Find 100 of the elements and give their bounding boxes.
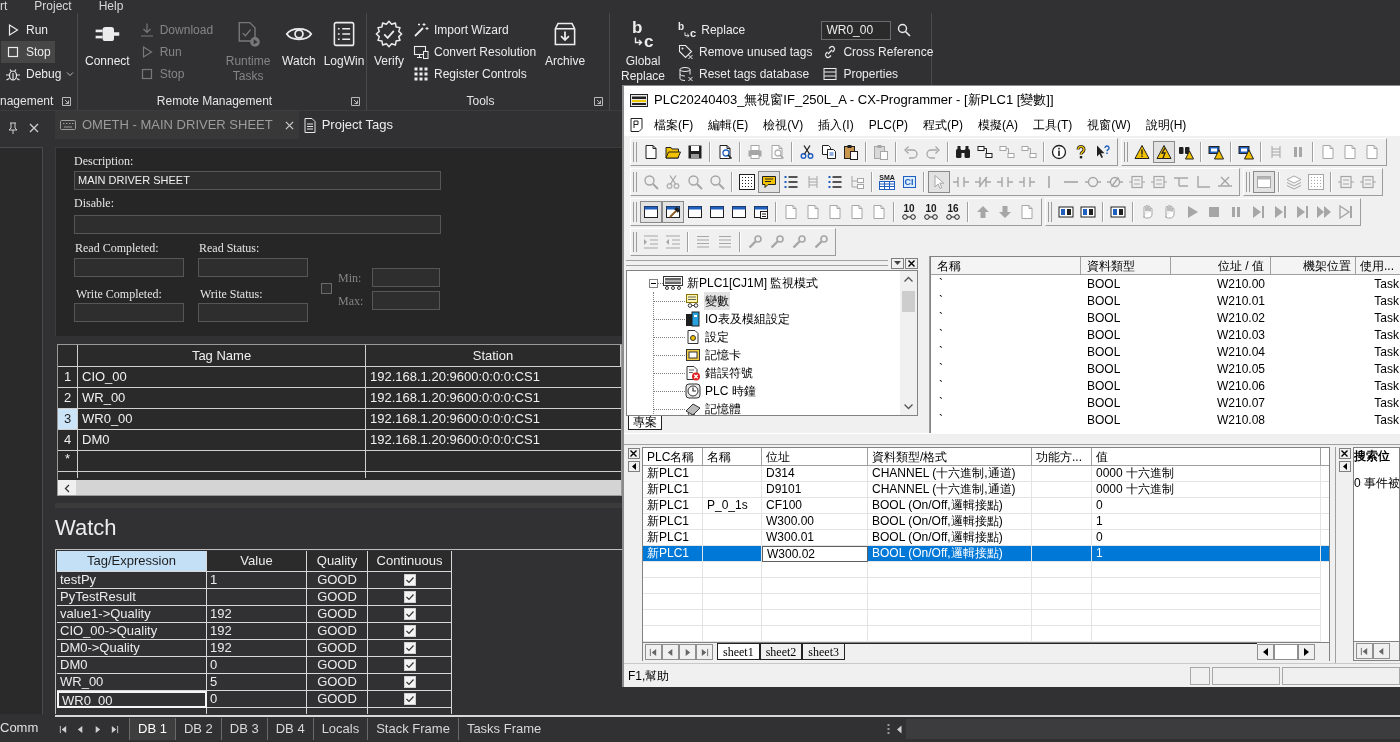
- toolbar-button[interactable]: CI: [898, 171, 920, 193]
- tree-item[interactable]: 新PLC1[CJ1M] 監視模式: [686, 274, 820, 292]
- ribbon-button[interactable]: Register Controls: [409, 63, 531, 85]
- triangle-right-icon[interactable]: [93, 724, 102, 734]
- warning-icon[interactable]: [1134, 144, 1150, 160]
- table-cell[interactable]: CIO_00->Quality: [57, 623, 207, 640]
- column-header[interactable]: Station: [366, 345, 621, 366]
- toolbar-button[interactable]: [758, 171, 780, 193]
- scroll-left-button[interactable]: [58, 480, 76, 495]
- ribbon-button[interactable]: Archive: [541, 13, 590, 69]
- table-cell[interactable]: DM0->Quality: [57, 640, 207, 657]
- sheet-tab[interactable]: Locals: [312, 718, 368, 740]
- search-field[interactable]: WR0_00: [821, 20, 892, 40]
- column-header[interactable]: 位址: [762, 448, 868, 466]
- ribbon-button[interactable]: Cross Reference: [818, 41, 938, 63]
- pin-icon[interactable]: [8, 122, 18, 134]
- tree-item[interactable]: 變數: [704, 292, 730, 310]
- ribbon-button[interactable]: Watch: [278, 13, 320, 69]
- column-header[interactable]: 使用...: [1356, 257, 1400, 275]
- menu-item[interactable]: 工具(T): [1033, 116, 1073, 134]
- text-field[interactable]: [198, 258, 308, 277]
- list-icon[interactable]: [827, 174, 843, 190]
- collapse-icon[interactable]: [649, 278, 658, 288]
- document-tab[interactable]: Project Tags: [298, 111, 398, 139]
- nav-button[interactable]: [1373, 643, 1390, 659]
- clipboard-icon[interactable]: [843, 144, 859, 160]
- column-header[interactable]: 資料類型: [1081, 257, 1171, 275]
- triangle-left-icon[interactable]: [896, 724, 902, 734]
- info-icon[interactable]: [1051, 144, 1067, 160]
- toolbar-grip[interactable]: [1124, 142, 1128, 162]
- sheet-tab[interactable]: sheet2: [759, 644, 803, 660]
- column-header[interactable]: Tag/Expression: [57, 551, 207, 572]
- search-icon[interactable]: [896, 22, 913, 38]
- menu-item[interactable]: 模擬(A): [978, 116, 1018, 134]
- folder-icon[interactable]: [665, 144, 681, 160]
- device-warning-icon[interactable]: [1238, 144, 1254, 160]
- text-field[interactable]: [198, 303, 308, 322]
- toolbar-button[interactable]: [640, 201, 662, 223]
- device-icon[interactable]: [1110, 204, 1126, 220]
- column-header[interactable]: 功能方...: [1032, 448, 1092, 466]
- text-field[interactable]: [74, 215, 441, 234]
- toolbar-grip[interactable]: [633, 142, 637, 162]
- ribbon-button[interactable]: Verify: [370, 13, 408, 69]
- ribbon-button[interactable]: b c Replace: [674, 19, 750, 41]
- menu-item[interactable]: Help: [98, 0, 124, 13]
- tree-item[interactable]: 設定: [704, 328, 730, 346]
- panel-collapse-button[interactable]: [627, 461, 640, 472]
- menu-item[interactable]: 編輯(E): [708, 116, 749, 134]
- toolbar-grip[interactable]: [633, 172, 637, 192]
- scroll-left-button[interactable]: [1257, 644, 1274, 660]
- close-icon[interactable]: [284, 120, 294, 130]
- tree-item[interactable]: 記憶體: [704, 400, 742, 415]
- tree-item[interactable]: PLC 時鐘: [704, 382, 757, 400]
- page-magnifier-icon[interactable]: [717, 144, 733, 160]
- panel-grip[interactable]: [626, 260, 888, 266]
- ribbon-button[interactable]: Debug: [1, 63, 79, 85]
- launcher-icon[interactable]: [594, 96, 603, 106]
- column-header[interactable]: 資料類型/格式: [868, 448, 1032, 466]
- column-header[interactable]: 位址 / 值: [1171, 257, 1271, 275]
- copy-icon[interactable]: [821, 144, 837, 160]
- panel-close-button[interactable]: [1338, 448, 1351, 459]
- list-icon[interactable]: [783, 174, 799, 190]
- pointer-question-icon[interactable]: [1095, 144, 1111, 160]
- menu-item[interactable]: 程式(P): [923, 116, 963, 134]
- nav-button[interactable]: [696, 644, 713, 660]
- table-cell[interactable]: PyTestResult: [57, 589, 207, 606]
- skip-start-icon[interactable]: [59, 724, 68, 734]
- column-header[interactable]: 機架位置: [1271, 257, 1356, 275]
- toolbar-grip[interactable]: [1048, 202, 1052, 222]
- panel-close-button[interactable]: [905, 257, 918, 269]
- checkbox[interactable]: [321, 282, 332, 294]
- column-header[interactable]: 值: [1092, 448, 1321, 466]
- row-number[interactable]: 3: [58, 409, 78, 429]
- table-cell[interactable]: testPy: [57, 572, 207, 589]
- column-header[interactable]: 名稱: [931, 257, 1081, 275]
- panel-collapse-button[interactable]: [1338, 461, 1351, 472]
- device-icon[interactable]: [1080, 204, 1096, 220]
- ribbon-button[interactable]: b c Global Replace: [613, 13, 673, 84]
- table-cell[interactable]: WR_00: [57, 674, 207, 691]
- column-header[interactable]: Quality: [307, 551, 368, 572]
- text-field[interactable]: [372, 291, 440, 310]
- scroll-thumb[interactable]: [902, 291, 915, 312]
- device-icon[interactable]: [1058, 204, 1074, 220]
- text-field[interactable]: MAIN DRIVER SHEET: [74, 171, 441, 190]
- scroll-thumb[interactable]: [1274, 644, 1298, 660]
- table-cell[interactable]: value1->Quality: [57, 606, 207, 623]
- text-field[interactable]: [74, 258, 184, 277]
- tree-item[interactable]: 記憶卡: [704, 346, 742, 364]
- sheet-tab[interactable]: Tasks Frame: [457, 718, 550, 740]
- device-warning-icon[interactable]: [1208, 144, 1224, 160]
- nav-button[interactable]: [662, 644, 679, 660]
- window-icon[interactable]: [687, 204, 703, 220]
- sheet-tab[interactable]: DB 1: [129, 718, 175, 740]
- menu-item[interactable]: PLC(P): [868, 116, 908, 134]
- table-cell[interactable]: DM0: [57, 657, 207, 674]
- window-properties-icon[interactable]: [753, 204, 769, 220]
- binoculars-icon[interactable]: [955, 144, 971, 160]
- dotted-grid-icon[interactable]: [739, 174, 755, 190]
- ribbon-button[interactable]: Stop: [1, 41, 55, 63]
- sheet-tab[interactable]: DB 4: [266, 718, 313, 740]
